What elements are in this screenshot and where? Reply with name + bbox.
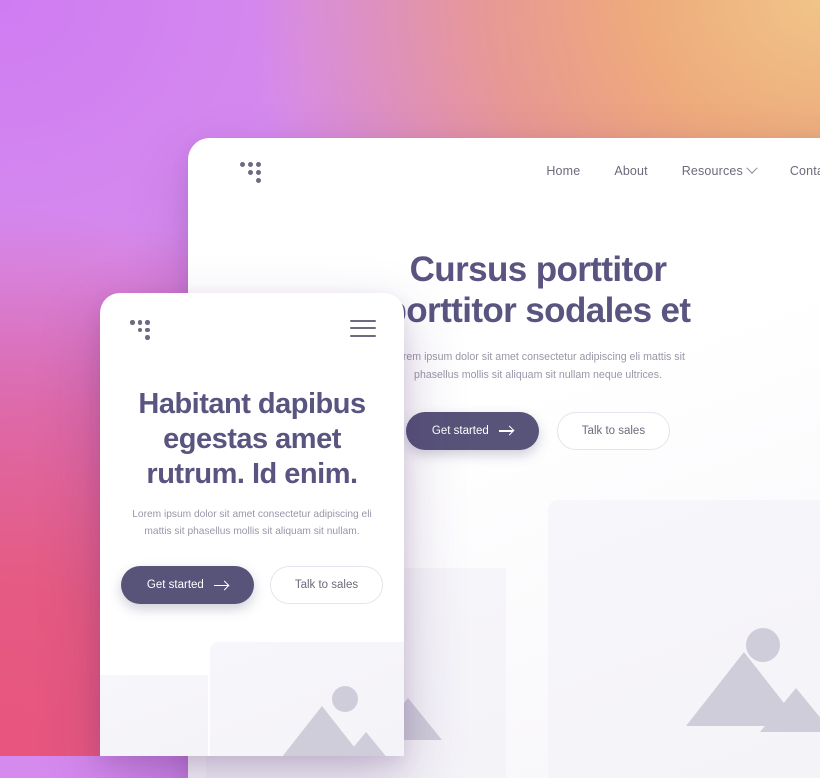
nav-item-label: Resources [681,164,743,178]
chevron-down-icon [746,162,758,174]
hero-title-line-1: Cursus porttitor [409,250,667,289]
talk-to-sales-label: Talk to sales [294,579,359,592]
mobile-preview-card: Habitant dapibus egestas amet rutrum. Id… [100,293,404,756]
hamburger-menu-icon[interactable] [350,319,376,337]
nav-item-home[interactable]: Home [546,164,580,178]
hero-title-line-2: porttitor sodales et [385,290,692,330]
nav-item-contact[interactable]: Contact [790,164,820,178]
talk-to-sales-label: Talk to sales [581,425,646,438]
get-started-label: Get started [431,425,489,438]
placeholder-mountain-small-icon [760,688,820,732]
mobile-navbar [100,293,404,363]
mobile-hero-actions: Get started Talk to sales [120,566,384,605]
mobile-hero-section: Habitant dapibus egestas amet rutrum. Id… [100,387,404,605]
hero-title-line-1: Habitant dapibus [138,388,366,420]
dot-triangle-logo[interactable] [130,318,152,340]
desktop-hero-subtitle: Lorem ipsum dolor sit amet consectetur a… [391,351,685,381]
placeholder-mountain-small-icon [338,732,394,756]
nav-item-resources[interactable]: Resources [681,162,758,178]
desktop-nav-links: Home About Resources Contact [546,162,820,178]
arrow-right-icon [498,430,513,432]
hamburger-line [350,319,376,322]
desktop-navbar: Home About Resources Contact [188,138,820,204]
nav-item-label: Home [546,164,581,178]
get-started-button[interactable]: Get started [405,412,539,451]
image-placeholder-mobile [210,642,404,756]
hamburger-line [350,327,376,329]
nav-item-label: Contact [789,164,820,178]
talk-to-sales-button[interactable]: Talk to sales [269,566,384,605]
mobile-hero-title: Habitant dapibus egestas amet rutrum. Id… [122,387,382,491]
image-placeholder-mobile-left [100,675,208,756]
talk-to-sales-button[interactable]: Talk to sales [556,412,671,451]
nav-item-label: About [614,164,648,178]
get-started-button[interactable]: Get started [120,566,254,605]
mobile-hero-subtitle: Lorem ipsum dolor sit amet consectetur a… [132,509,372,537]
get-started-label: Get started [146,579,204,592]
hero-title-line-3: rutrum. Id enim. [146,457,358,490]
dot-triangle-logo[interactable] [240,160,264,183]
hamburger-line [350,334,376,337]
arrow-right-icon [213,584,228,587]
nav-item-about[interactable]: About [614,164,647,178]
image-placeholder-right [548,500,820,778]
hero-title-line-2: egestas amet [163,422,341,455]
